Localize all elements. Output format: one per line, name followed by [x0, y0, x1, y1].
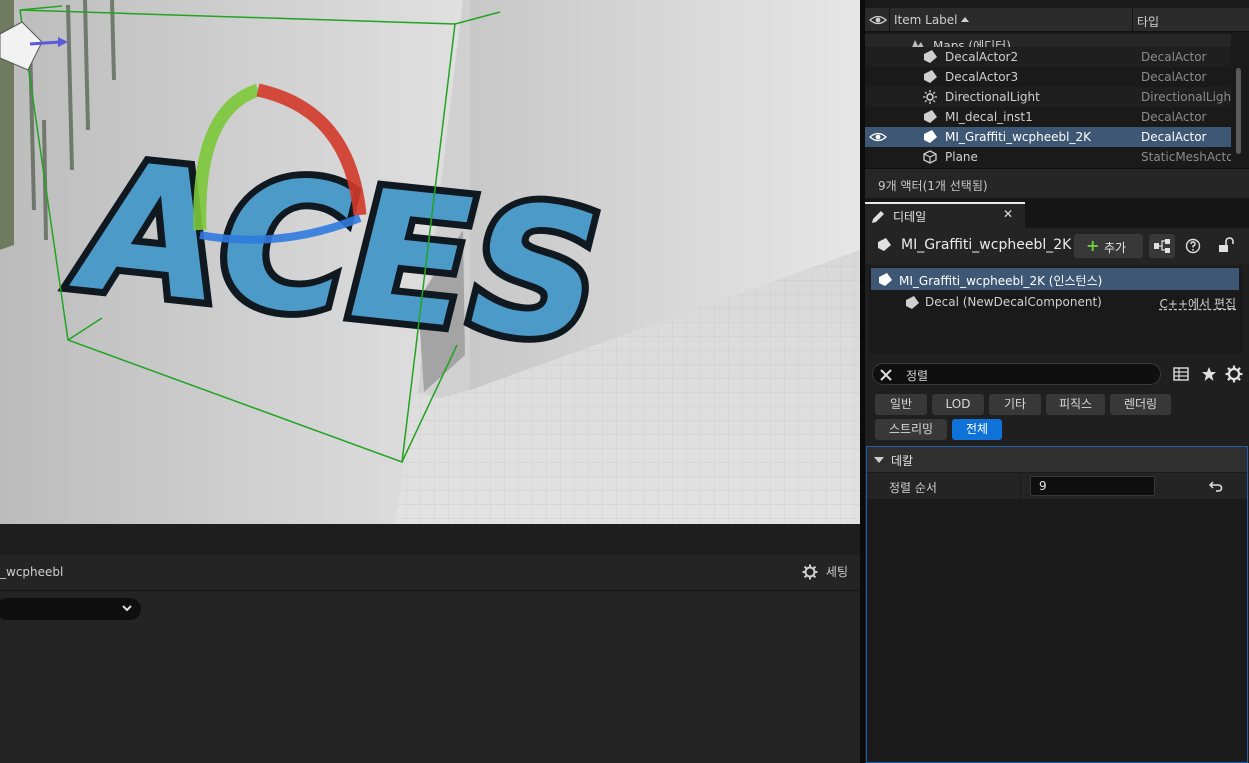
outliner-row-type: DecalActor [1141, 130, 1207, 144]
outliner-row[interactable]: DirectionalLight DirectionalLight [865, 87, 1231, 107]
decal-icon [924, 50, 937, 63]
details-panel: 디테일 ✕ MI_Graffiti_wcpheebl_2K + 추가 MI_Gr… [865, 198, 1249, 763]
outliner-row[interactable]: MI_decal_inst1 DecalActor [865, 107, 1231, 127]
pencil-icon [872, 211, 884, 223]
outliner-row-label: Plane [945, 150, 978, 164]
outliner-row-type: DecalActor [1141, 110, 1207, 124]
sort-order-input[interactable]: 9 [1030, 476, 1155, 496]
filter-streaming[interactable]: 스트리밍 [875, 419, 947, 440]
outliner-panel: Item Label 타입 Maps (에디터) DecalActor2 Dec… [865, 0, 1249, 198]
star-icon[interactable] [1201, 366, 1217, 382]
settings-label: 세팅 [825, 565, 848, 579]
decal-icon [924, 130, 937, 143]
search-query: 정렬 [906, 369, 929, 383]
outliner-row-selected[interactable]: MI_Graffiti_wcpheebl_2K DecalActor [865, 127, 1231, 147]
decal-icon [906, 296, 919, 309]
category-decal[interactable]: 데칼 [867, 447, 1247, 472]
component-decal-label: Decal (NewDecalComponent) [925, 295, 1102, 309]
outliner-row-label: MI_decal_inst1 [945, 110, 1033, 124]
decal-icon [924, 110, 937, 123]
filter-general[interactable]: 일반 [875, 394, 927, 415]
actor-bar: MI_Graffiti_wcpheebl_2K + 추가 [865, 228, 1249, 264]
blueprint-button[interactable] [1149, 234, 1175, 258]
outliner-header: Item Label 타입 [865, 8, 1249, 32]
outliner-row-label: DecalActor2 [945, 50, 1019, 64]
outliner-row-label: DirectionalLight [945, 90, 1040, 104]
gear-icon [802, 564, 818, 579]
plus-icon: + [1086, 236, 1100, 255]
column-type[interactable]: 타입 [1137, 13, 1159, 30]
outliner-row-label: MI_Graffiti_wcpheebl_2K [945, 130, 1091, 144]
bottom-panel: _wcpheebl 세팅 [0, 555, 860, 763]
light-icon [923, 90, 937, 104]
actor-name: MI_Graffiti_wcpheebl_2K [901, 237, 1072, 253]
hierarchy-icon [1154, 239, 1170, 253]
level-viewport[interactable]: ACES [0, 0, 860, 524]
add-component-label: 추가 [1104, 241, 1127, 255]
component-decal[interactable]: Decal (NewDecalComponent) C++에서 편집 [871, 291, 1239, 313]
outliner-row-label: DecalActor3 [945, 70, 1019, 84]
expand-arrow-icon [874, 457, 884, 463]
decal-icon [879, 273, 892, 286]
category-decal-label: 데칼 [891, 454, 914, 468]
viewport-gap [0, 524, 860, 555]
outliner-row-type: DecalActor [1141, 70, 1207, 84]
filter-all[interactable]: 전체 [952, 419, 1002, 440]
details-tabbar: 디테일 ✕ [865, 198, 1249, 228]
bottom-panel-title: _wcpheebl [0, 565, 64, 579]
filter-lod[interactable]: LOD [932, 394, 984, 415]
help-icon[interactable] [1185, 238, 1201, 254]
unlock-icon[interactable] [1218, 237, 1236, 253]
close-icon[interactable]: ✕ [1003, 207, 1013, 221]
component-tree: MI_Graffiti_wcpheebl_2K (인스턴스) Decal (Ne… [869, 266, 1243, 354]
outliner-row[interactable]: DecalActor3 DecalActor [865, 67, 1231, 87]
viewport-scene[interactable]: ACES [0, 0, 860, 524]
filter-physics[interactable]: 피직스 [1046, 394, 1105, 415]
property-list: 데칼 정렬 순서 9 [866, 446, 1248, 763]
edit-in-cpp-link[interactable]: C++에서 편집 [1160, 295, 1236, 312]
outliner-scrollbar[interactable] [1236, 68, 1241, 154]
filter-misc[interactable]: 기타 [989, 394, 1041, 415]
settings-button[interactable]: 세팅 [802, 563, 848, 580]
component-root[interactable]: MI_Graffiti_wcpheebl_2K (인스턴스) [871, 268, 1239, 290]
outliner-row[interactable]: Plane StaticMeshActor [865, 147, 1231, 166]
filter-rendering[interactable]: 렌더링 [1110, 394, 1171, 415]
static-mesh-icon [923, 150, 937, 164]
tab-details[interactable]: 디테일 ✕ [865, 202, 1025, 228]
decal-icon [924, 70, 937, 83]
outliner-row-type: StaticMeshActor [1141, 150, 1231, 164]
visibility-eye-icon[interactable] [868, 129, 888, 145]
add-component-button[interactable]: + 추가 [1074, 234, 1143, 258]
gear-icon[interactable] [1225, 365, 1243, 383]
tab-details-label: 디테일 [893, 210, 927, 224]
outliner-footer: 9개 액터(1개 선택됨) [865, 168, 1249, 198]
property-matrix-icon[interactable] [1173, 367, 1189, 381]
visibility-eye-icon[interactable] [868, 12, 888, 28]
bottom-panel-header: _wcpheebl 세팅 [0, 555, 860, 591]
outliner-tree: Maps (에디터) DecalActor2 DecalActor DecalA… [865, 34, 1231, 166]
decal-icon [878, 238, 891, 251]
reset-to-default-icon[interactable] [1209, 479, 1223, 493]
outliner-row-type: DirectionalLight [1141, 90, 1231, 104]
chevron-down-icon [122, 605, 132, 612]
clear-search-icon[interactable] [879, 368, 893, 382]
component-root-label: MI_Graffiti_wcpheebl_2K (인스턴스) [899, 274, 1103, 288]
actor-count: 9개 액터(1개 선택됨) [878, 179, 988, 193]
property-sort-order-label: 정렬 순서 [889, 481, 937, 495]
sort-ascending-icon [961, 17, 969, 22]
property-sort-order: 정렬 순서 9 [867, 473, 1247, 499]
column-item-label[interactable]: Item Label [894, 13, 958, 27]
outliner-row[interactable]: DecalActor2 DecalActor [865, 47, 1231, 67]
outliner-row-type: DecalActor [1141, 50, 1207, 64]
bottom-panel-dropdown[interactable] [0, 598, 141, 620]
details-search-input[interactable]: 정렬 [872, 363, 1161, 385]
